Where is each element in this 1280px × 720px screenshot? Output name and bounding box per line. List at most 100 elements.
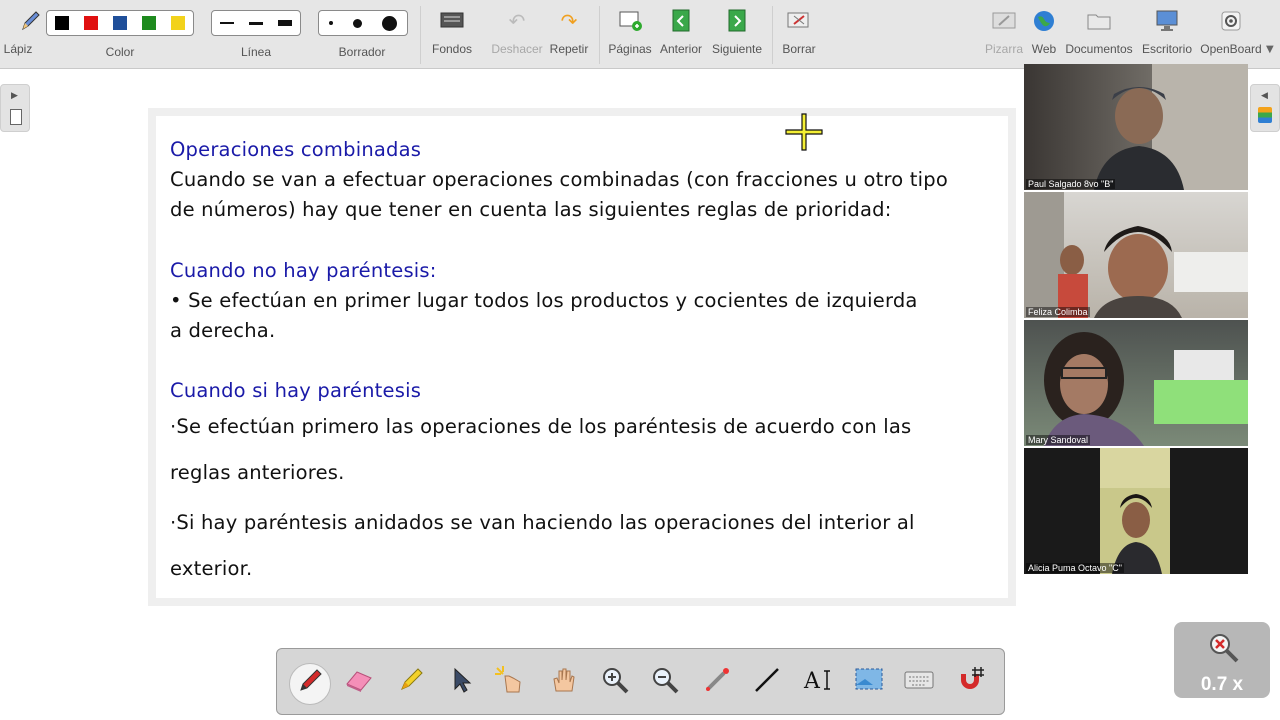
- color-swatch-red[interactable]: [83, 16, 98, 30]
- toolbar-overflow-arrow-icon[interactable]: ▼: [1266, 44, 1274, 55]
- backgrounds-button[interactable]: Fondos: [422, 4, 482, 64]
- laser-hand-icon: [493, 664, 525, 702]
- color-swatch-blue[interactable]: [112, 16, 127, 30]
- laser-pointer-tool[interactable]: [697, 663, 737, 703]
- participant-name: Paul Salgado 8vo "B": [1026, 179, 1116, 189]
- color-swatch-green[interactable]: [142, 16, 157, 30]
- redo-button[interactable]: ↷ Repetir: [539, 4, 599, 64]
- color-label: Color: [105, 45, 135, 59]
- pen-icon: [295, 666, 325, 702]
- text-tool[interactable]: A: [797, 663, 837, 703]
- expand-arrow-icon: ▶: [11, 91, 18, 101]
- redo-label: Repetir: [549, 42, 589, 56]
- svg-text:A: A: [803, 669, 821, 694]
- zoom-indicator[interactable]: 0.7 x: [1174, 622, 1270, 698]
- previous-page-button[interactable]: Anterior: [651, 4, 711, 64]
- highlighter-icon: [396, 665, 426, 701]
- laser-pointer-icon: [702, 665, 732, 701]
- clear-page-icon: [786, 8, 812, 34]
- undo-button[interactable]: ↶ Deshacer: [487, 4, 547, 64]
- undo-icon: ↶: [508, 9, 526, 33]
- openboard-menu-button[interactable]: OpenBoard: [1200, 4, 1262, 64]
- line-label: Línea: [240, 45, 272, 59]
- eraser-label: Borrador: [338, 45, 386, 59]
- zoom-out-icon: [650, 665, 680, 701]
- pointer-icon: [450, 667, 472, 699]
- color-swatch-yellow[interactable]: [171, 16, 186, 30]
- documents-label: Documentos: [1065, 42, 1133, 56]
- rule-line: • Se efectúan en primer lugar todos los …: [170, 289, 918, 312]
- line-width-picker[interactable]: [211, 10, 301, 36]
- line-thin-option[interactable]: [219, 22, 234, 24]
- crosshair-cursor-icon: [785, 113, 823, 151]
- participant-video-tile[interactable]: Mary Sandoval: [1024, 320, 1248, 446]
- rule-line: exterior.: [170, 557, 253, 580]
- pen-label: Lápiz: [3, 42, 33, 56]
- line-medium-option[interactable]: [248, 21, 263, 25]
- erase-label: Borrar: [782, 42, 816, 56]
- previous-label: Anterior: [659, 42, 703, 56]
- next-label: Siguiente: [711, 42, 763, 56]
- top-toolbar: Lápiz Color Línea Borrador Fondos ↶ Desh…: [0, 0, 1280, 69]
- redo-icon: ↷: [560, 9, 578, 33]
- zoom-out-tool[interactable]: [645, 663, 685, 703]
- globe-icon: [1031, 8, 1057, 34]
- rule-line: ·Se efectúan primero las operaciones de …: [170, 415, 912, 438]
- zoom-in-tool[interactable]: [595, 663, 635, 703]
- stylus-palette: A: [276, 648, 1005, 715]
- text-icon: A: [801, 665, 833, 701]
- keyboard-icon: [903, 668, 935, 698]
- right-palette-tab[interactable]: ◀: [1250, 84, 1280, 132]
- color-swatch-black[interactable]: [54, 16, 69, 30]
- section-with-parentheses-heading: Cuando si hay paréntesis: [170, 379, 422, 402]
- selector-tool[interactable]: [441, 663, 481, 703]
- toolbar-separator: [420, 6, 421, 64]
- eraser-tool[interactable]: [339, 663, 379, 703]
- capture-tool[interactable]: [849, 663, 889, 703]
- documents-mode-button[interactable]: Documentos: [1065, 4, 1133, 64]
- zoom-in-icon: [600, 665, 630, 701]
- eraser-size-picker[interactable]: [318, 10, 408, 36]
- left-palette-tab[interactable]: ▶: [0, 84, 30, 132]
- highlighter-tool[interactable]: [391, 663, 431, 703]
- undo-label: Deshacer: [491, 42, 543, 56]
- next-page-icon: [724, 8, 750, 34]
- eraser-small-option[interactable]: [329, 21, 333, 25]
- color-picker[interactable]: [46, 10, 194, 36]
- virtual-keyboard-tool[interactable]: [899, 663, 939, 703]
- participant-name: Mary Sandoval: [1026, 435, 1091, 445]
- participant-video-tile[interactable]: Feliza Colimba: [1024, 192, 1248, 318]
- clear-page-button[interactable]: Borrar: [769, 4, 829, 64]
- whiteboard-page[interactable]: Operaciones combinadas Cuando se van a e…: [148, 108, 1016, 606]
- interact-tool[interactable]: [489, 663, 529, 703]
- line-thick-option[interactable]: [278, 20, 293, 26]
- desktop-label: Escritorio: [1141, 42, 1192, 56]
- rule-line: ·Si hay paréntesis anidados se van hacie…: [170, 511, 915, 534]
- desktop-mode-button[interactable]: Escritorio: [1137, 4, 1197, 64]
- hand-icon: [548, 665, 578, 701]
- monitor-icon: [1154, 8, 1180, 34]
- slide-title: Operaciones combinadas: [170, 138, 422, 161]
- eraser-icon: [343, 666, 375, 700]
- intro-line-2: de números) hay que tener en cuenta las …: [170, 198, 892, 221]
- participant-video-tile[interactable]: Paul Salgado 8vo "B": [1024, 64, 1248, 190]
- line-tool[interactable]: [747, 663, 787, 703]
- library-icon: [1258, 107, 1272, 123]
- slide-content: Operaciones combinadas Cuando se van a e…: [156, 116, 1008, 598]
- snap-grid-tool[interactable]: [951, 663, 991, 703]
- eraser-large-option[interactable]: [382, 15, 397, 31]
- line-icon: [752, 665, 782, 701]
- pen-tool[interactable]: [289, 663, 331, 705]
- eraser-medium-option[interactable]: [353, 18, 362, 28]
- rule-line: reglas anteriores.: [170, 461, 345, 484]
- magnet-grid-icon: [955, 664, 987, 702]
- hand-tool[interactable]: [543, 663, 583, 703]
- participant-video-tile[interactable]: Alicia Puma Octavo "C": [1024, 448, 1248, 574]
- zoom-reset-icon: [1206, 630, 1240, 668]
- backgrounds-icon: [439, 8, 465, 34]
- next-page-button[interactable]: Siguiente: [707, 4, 767, 64]
- gear-icon: [1218, 8, 1244, 34]
- capture-icon: [853, 665, 885, 701]
- pages-thumbnail-icon: [10, 109, 22, 125]
- folder-icon: [1086, 8, 1112, 34]
